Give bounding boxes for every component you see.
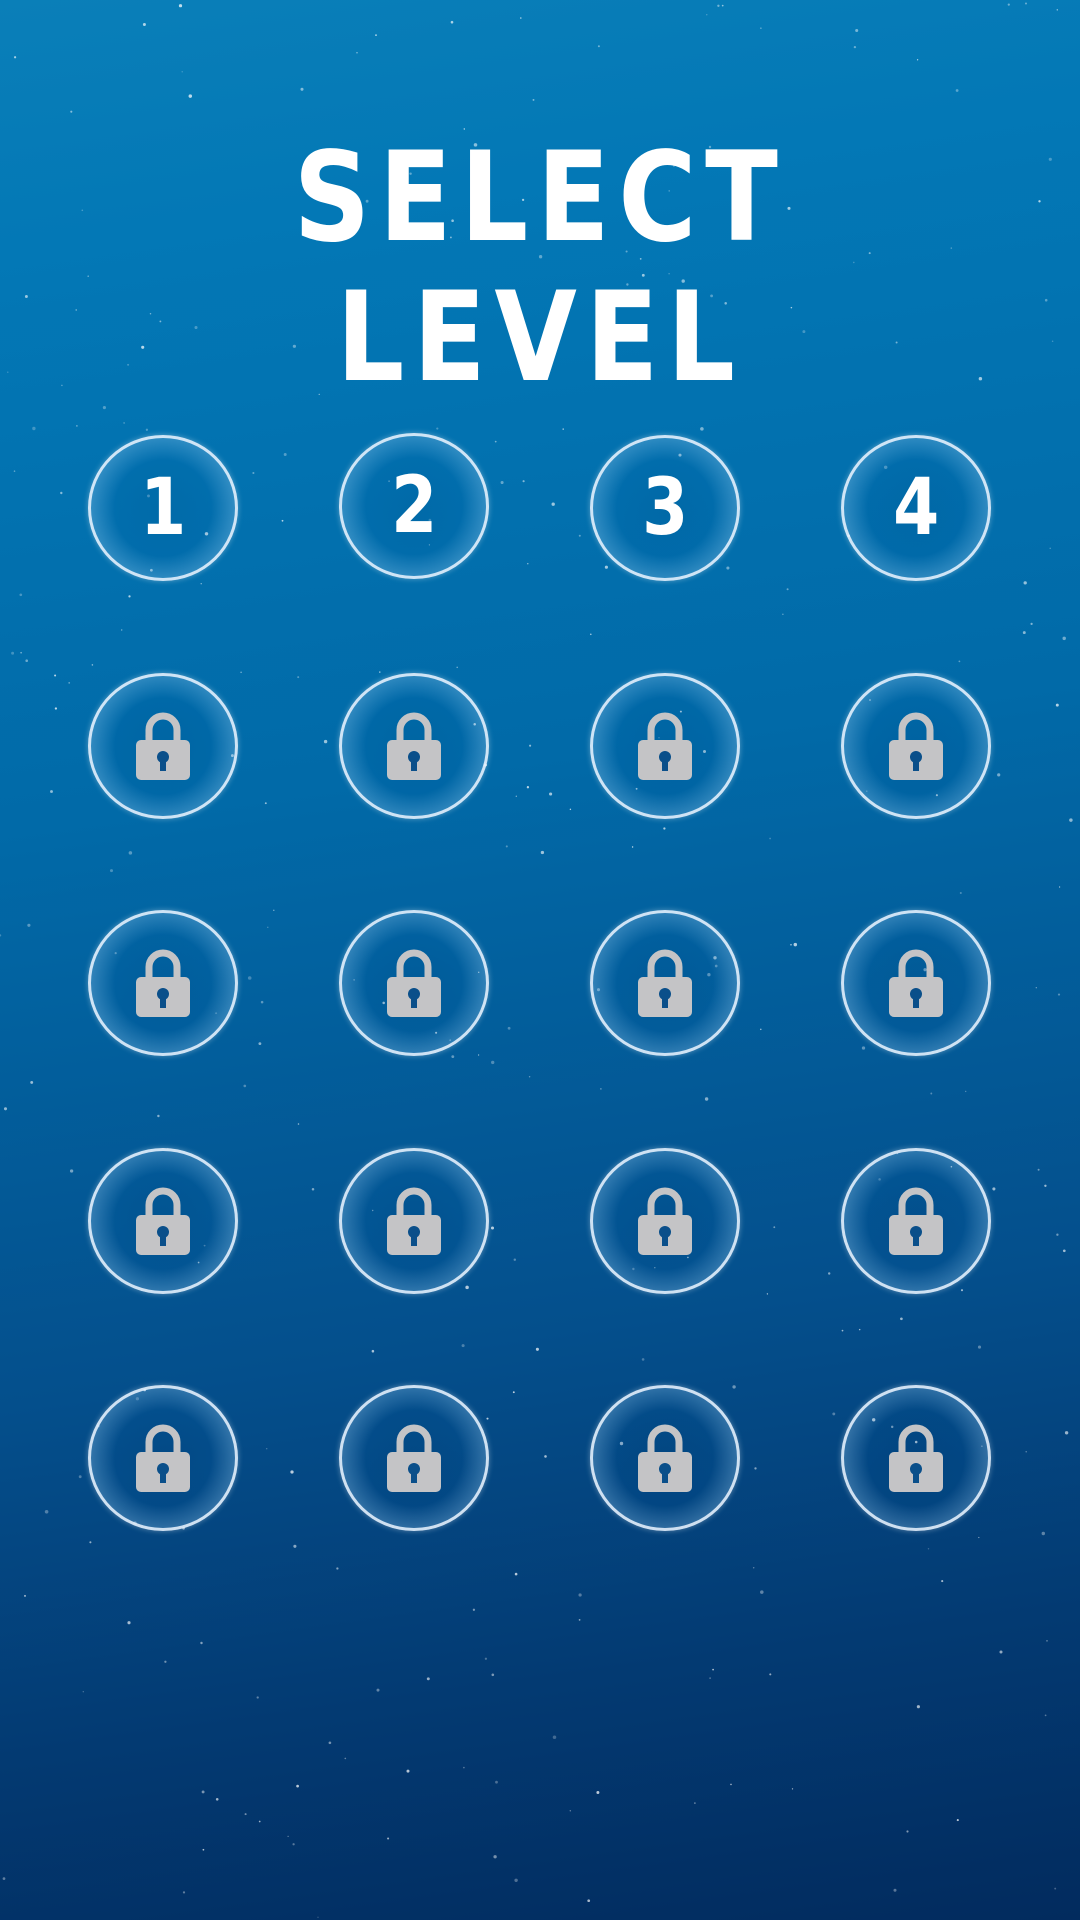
lock-icon	[889, 712, 943, 780]
level-button-15-locked[interactable]	[590, 1148, 740, 1294]
level-button-14-locked[interactable]	[339, 1148, 489, 1294]
lock-icon	[638, 1187, 692, 1255]
level-button-1[interactable]: 1	[88, 435, 238, 581]
level-button-8-locked[interactable]	[841, 673, 991, 819]
lock-icon	[638, 949, 692, 1017]
level-button-19-locked[interactable]	[590, 1385, 740, 1531]
level-number: 4	[892, 463, 940, 553]
level-button-13-locked[interactable]	[88, 1148, 238, 1294]
level-number: 2	[390, 461, 438, 551]
level-button-6-locked[interactable]	[339, 673, 489, 819]
lock-icon	[889, 1187, 943, 1255]
lock-icon	[136, 1424, 190, 1492]
level-button-10-locked[interactable]	[339, 910, 489, 1056]
level-button-7-locked[interactable]	[590, 673, 740, 819]
level-button-18-locked[interactable]	[339, 1385, 489, 1531]
lock-icon	[889, 949, 943, 1017]
lock-icon	[387, 949, 441, 1017]
level-button-11-locked[interactable]	[590, 910, 740, 1056]
level-number: 1	[139, 463, 187, 553]
lock-icon	[638, 712, 692, 780]
lock-icon	[387, 712, 441, 780]
level-button-3[interactable]: 3	[590, 435, 740, 581]
lock-icon	[136, 712, 190, 780]
level-number: 3	[641, 463, 689, 553]
level-button-12-locked[interactable]	[841, 910, 991, 1056]
level-button-20-locked[interactable]	[841, 1385, 991, 1531]
level-button-9-locked[interactable]	[88, 910, 238, 1056]
level-grid: 1 2 3 4	[0, 0, 1080, 1920]
level-button-17-locked[interactable]	[88, 1385, 238, 1531]
lock-icon	[136, 1187, 190, 1255]
lock-icon	[387, 1424, 441, 1492]
lock-icon	[889, 1424, 943, 1492]
level-button-16-locked[interactable]	[841, 1148, 991, 1294]
level-button-2[interactable]: 2	[339, 433, 489, 579]
lock-icon	[387, 1187, 441, 1255]
lock-icon	[638, 1424, 692, 1492]
level-button-4[interactable]: 4	[841, 435, 991, 581]
level-button-5-locked[interactable]	[88, 673, 238, 819]
lock-icon	[136, 949, 190, 1017]
